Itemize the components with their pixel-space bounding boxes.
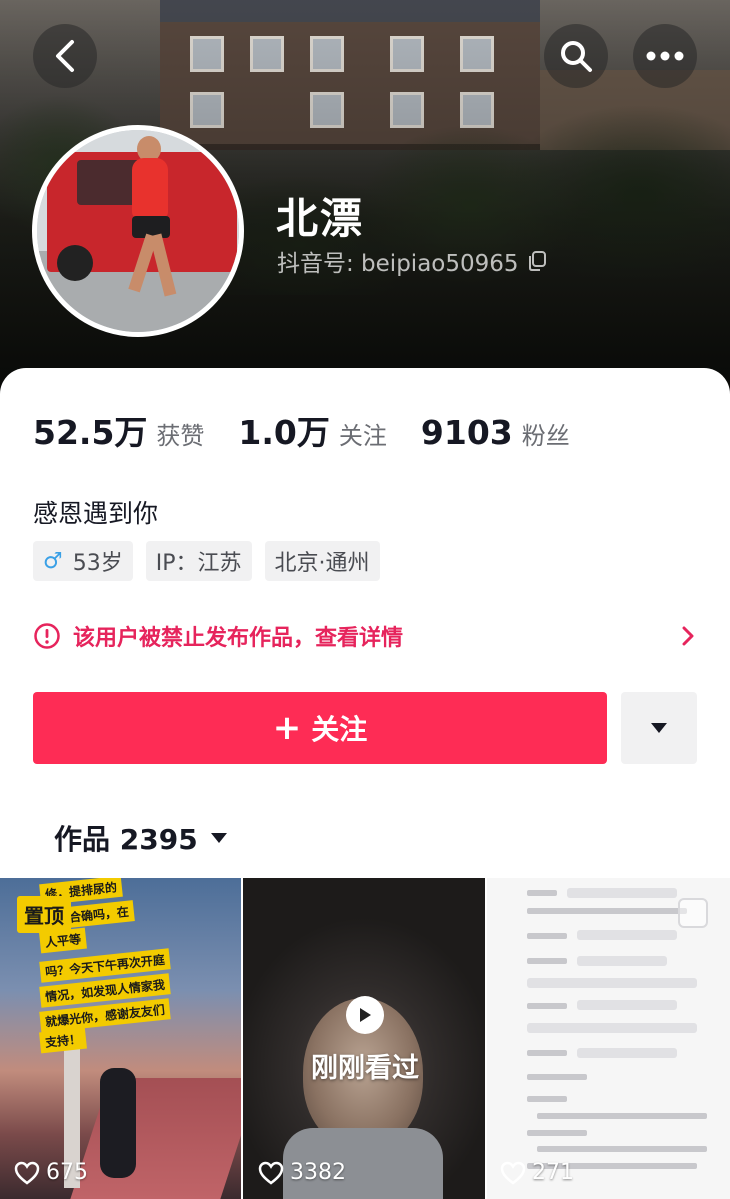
heart-icon bbox=[500, 1161, 526, 1185]
profile-tags: ♂ 53岁 IP：江苏 北京·通州 bbox=[33, 541, 393, 581]
caption-line: 支持！ bbox=[39, 1027, 87, 1054]
profile-banner: 北漂 抖音号: beipiao50965 bbox=[0, 0, 730, 400]
bio-text: 感恩遇到你 bbox=[33, 499, 159, 528]
stat-label: 粉丝 bbox=[521, 422, 570, 450]
caret-down-icon bbox=[651, 723, 667, 733]
search-button[interactable] bbox=[544, 24, 608, 88]
video-likes-count: 271 bbox=[532, 1160, 574, 1185]
pinned-badge-text: 置顶 bbox=[17, 896, 71, 933]
stat-value: 9103 bbox=[420, 413, 513, 452]
play-button[interactable] bbox=[346, 996, 384, 1034]
video-likes-count: 675 bbox=[46, 1160, 88, 1185]
play-icon bbox=[360, 1008, 371, 1022]
avatar[interactable] bbox=[32, 125, 244, 337]
tag-age-text: 53岁 bbox=[72, 551, 123, 576]
follow-label: 关注 bbox=[311, 713, 368, 746]
male-icon: ♂ bbox=[43, 548, 63, 574]
douyin-id[interactable]: 抖音号: beipiao50965 bbox=[277, 244, 547, 278]
stat-following[interactable]: 1.0万 关注 bbox=[238, 406, 386, 454]
video-thumbnail-figure bbox=[100, 1068, 136, 1178]
stat-likes[interactable]: 52.5万 获赞 bbox=[33, 406, 204, 454]
ban-warning-text: 该用户被禁止发布作品，查看详情 bbox=[73, 626, 404, 651]
search-icon bbox=[561, 41, 592, 72]
video-grid: 修，提排尿的 合的合确吗，在 人平等 吗？今天下午再次开庭 情况，如发现人情家我… bbox=[0, 878, 730, 1199]
profile-page: 北漂 抖音号: beipiao50965 52.5万 获赞 1.0万 关注 91… bbox=[0, 0, 730, 1199]
stat-value: 1.0万 bbox=[238, 413, 330, 452]
username: 北漂 bbox=[276, 194, 365, 243]
ban-warning-row[interactable]: 该用户被禁止发布作品，查看详情 bbox=[33, 618, 697, 654]
back-button[interactable] bbox=[33, 24, 97, 88]
stats-row: 52.5万 获赞 1.0万 关注 9103 粉丝 bbox=[33, 406, 604, 454]
more-button[interactable] bbox=[633, 24, 697, 88]
more-icon bbox=[646, 51, 684, 61]
heart-icon bbox=[258, 1161, 284, 1185]
plus-icon: + bbox=[272, 708, 302, 748]
video-likes: 675 bbox=[14, 1160, 88, 1185]
pinned-badge: 置顶 bbox=[17, 896, 71, 933]
video-likes: 271 bbox=[500, 1160, 574, 1185]
more-actions-button[interactable] bbox=[621, 692, 697, 764]
stat-followers[interactable]: 9103 粉丝 bbox=[421, 413, 570, 452]
tag-gender-age: ♂ 53岁 bbox=[33, 541, 133, 581]
tag-location: 北京·通州 bbox=[264, 541, 380, 581]
stat-label: 获赞 bbox=[156, 422, 205, 450]
douyin-id-text: 抖音号: beipiao50965 bbox=[277, 251, 519, 277]
video-likes: 3382 bbox=[258, 1160, 346, 1185]
alert-icon bbox=[34, 623, 60, 649]
works-label: 作品 2395 bbox=[54, 823, 198, 856]
stat-label: 关注 bbox=[338, 422, 387, 450]
tab-works[interactable]: 作品 2395 bbox=[54, 818, 228, 858]
back-arrow-icon bbox=[56, 40, 74, 72]
follow-button[interactable]: + 关注 bbox=[33, 692, 607, 764]
select-checkbox[interactable] bbox=[678, 898, 708, 928]
video-likes-count: 3382 bbox=[290, 1160, 346, 1185]
stat-value: 52.5万 bbox=[33, 413, 148, 452]
tag-ip: IP：江苏 bbox=[145, 541, 252, 581]
recently-watched-label: 刚刚看过 bbox=[311, 1053, 419, 1084]
video-tile[interactable] bbox=[243, 878, 485, 1199]
caret-down-icon bbox=[210, 833, 227, 843]
copy-icon[interactable] bbox=[527, 250, 547, 272]
heart-icon bbox=[14, 1161, 40, 1185]
chevron-right-icon bbox=[682, 626, 694, 646]
